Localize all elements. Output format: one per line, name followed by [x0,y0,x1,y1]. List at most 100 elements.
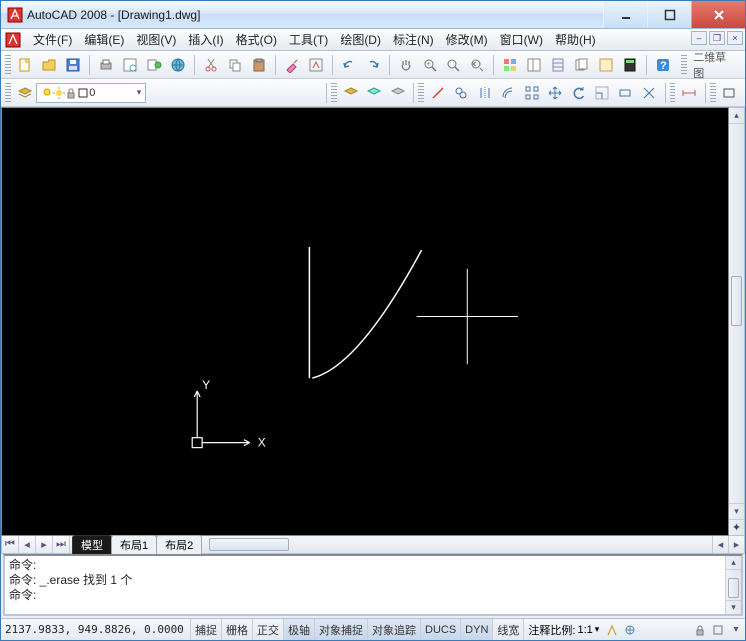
toolbar-grip[interactable] [5,83,11,103]
pan-button[interactable] [395,54,417,76]
menu-help[interactable]: 帮助(H) [549,31,602,48]
canvas-vscrollbar[interactable]: ▴ ▾ ✦ [729,107,745,536]
hscroll-right-button[interactable]: ▸ [728,536,744,553]
zoom-window-button[interactable] [442,54,464,76]
scroll-thumb[interactable] [728,578,739,598]
status-lock-icon[interactable] [691,624,709,636]
anno-autoscale-icon[interactable] [621,623,639,637]
close-button[interactable] [691,1,745,28]
workspace-label[interactable]: 二维草图 [689,49,741,81]
array-button[interactable] [521,82,542,104]
mdi-minimize-button[interactable]: – [691,31,707,45]
annotation-scale[interactable]: 注释比例: 1:1 ▾ [524,622,603,638]
layer-previous-button[interactable] [364,82,385,104]
minimize-button[interactable] [603,1,647,28]
design-center-button[interactable] [523,54,545,76]
scroll-down-button[interactable]: ▾ [726,600,741,614]
trim-button[interactable] [638,82,659,104]
hscroll-left-button[interactable]: ◂ [712,536,728,553]
scroll-up-button[interactable]: ▴ [729,108,744,124]
plot-preview-button[interactable] [119,54,141,76]
menu-window[interactable]: 窗口(W) [494,31,549,48]
status-toggle-捕捉[interactable]: 捕捉 [191,619,222,640]
menu-file[interactable]: 文件(F) [27,31,78,48]
layer-isolate-button[interactable] [387,82,408,104]
status-toggle-DUCS[interactable]: DUCS [421,619,461,640]
status-toggle-对象捕捉[interactable]: 对象捕捉 [315,619,368,640]
layer-states-button[interactable] [340,82,361,104]
open-button[interactable] [38,54,60,76]
tab-next-button[interactable]: ▸ [36,536,53,553]
scroll-down-button[interactable]: ▾ [729,503,744,519]
print-button[interactable] [95,54,117,76]
mirror-button[interactable] [474,82,495,104]
menu-view[interactable]: 视图(V) [130,31,182,48]
scroll-track[interactable] [729,124,744,503]
tab-last-button[interactable]: ⏭ [53,536,70,553]
status-toggle-栅格[interactable]: 栅格 [222,619,253,640]
mdi-restore-button[interactable]: ❐ [709,31,725,45]
menu-draw[interactable]: 绘图(D) [334,31,387,48]
menu-tools[interactable]: 工具(T) [283,31,334,48]
anno-visibility-icon[interactable] [603,623,621,637]
undo-button[interactable] [338,54,360,76]
nav-compass-icon[interactable]: ✦ [729,519,744,535]
menu-insert[interactable]: 插入(I) [182,31,229,48]
copy-obj-button[interactable] [451,82,472,104]
stretch-button[interactable] [615,82,636,104]
properties-button[interactable] [499,54,521,76]
status-menu-icon[interactable]: ▾ [727,624,745,635]
scroll-up-button[interactable]: ▴ [726,556,741,570]
copy-button[interactable] [224,54,246,76]
publish-button[interactable] [143,54,165,76]
command-text[interactable]: 命令: 命令: _.erase 找到 1 个 命令: [5,556,725,614]
status-toggle-正交[interactable]: 正交 [253,619,284,640]
status-toggle-对象追踪[interactable]: 对象追踪 [368,619,421,640]
coordinates-display[interactable]: 2137.9833, 949.8826, 0.0000 [1,619,191,640]
cut-button[interactable] [200,54,222,76]
toolbar-grip[interactable] [681,55,687,75]
save-button[interactable] [62,54,84,76]
scroll-thumb[interactable] [731,276,742,326]
sheet-set-button[interactable] [571,54,593,76]
mdi-close-button[interactable]: × [727,31,743,45]
tool-palettes-button[interactable] [547,54,569,76]
zoom-previous-button[interactable] [466,54,488,76]
scale-button[interactable] [591,82,612,104]
toolbar-grip[interactable] [710,83,716,103]
hscroll-track[interactable] [207,536,712,553]
layer-manager-button[interactable] [14,82,35,104]
new-button[interactable] [14,54,36,76]
line-button[interactable] [427,82,448,104]
tab-layout2[interactable]: 布局2 [156,535,202,554]
zoom-realtime-button[interactable]: + [419,54,441,76]
toolbar-grip[interactable] [331,83,337,103]
status-toggle-极轴[interactable]: 极轴 [284,619,315,640]
toolbar-grip[interactable] [418,83,424,103]
block-editor-button[interactable] [305,54,327,76]
tab-first-button[interactable]: ⏮ [2,536,19,553]
status-toggle-DYN[interactable]: DYN [461,619,493,640]
status-tray-icon[interactable] [709,624,727,636]
rectangle-button[interactable] [719,82,740,104]
command-vscrollbar[interactable]: ▴ ▾ [725,556,741,614]
toolbar-grip[interactable] [670,83,676,103]
hscroll-thumb[interactable] [209,538,289,551]
layer-dropdown[interactable]: 0 ▾ [36,83,146,103]
offset-button[interactable] [497,82,518,104]
maximize-button[interactable] [647,1,691,28]
redo-button[interactable] [362,54,384,76]
drawing-canvas[interactable]: X Y [1,107,729,536]
menu-edit[interactable]: 编辑(E) [78,31,130,48]
matchprop-button[interactable] [281,54,303,76]
title-bar[interactable]: AutoCAD 2008 - [Drawing1.dwg] [1,1,745,29]
menu-format[interactable]: 格式(O) [230,31,283,48]
tab-prev-button[interactable]: ◂ [19,536,36,553]
command-window[interactable]: 命令: 命令: _.erase 找到 1 个 命令: ▴ ▾ [3,554,743,616]
help-button[interactable]: ? [652,54,674,76]
menu-modify[interactable]: 修改(M) [440,31,494,48]
etransmit-button[interactable] [167,54,189,76]
calculator-button[interactable] [619,54,641,76]
tab-layout1[interactable]: 布局1 [111,535,157,554]
tab-model[interactable]: 模型 [72,535,112,554]
